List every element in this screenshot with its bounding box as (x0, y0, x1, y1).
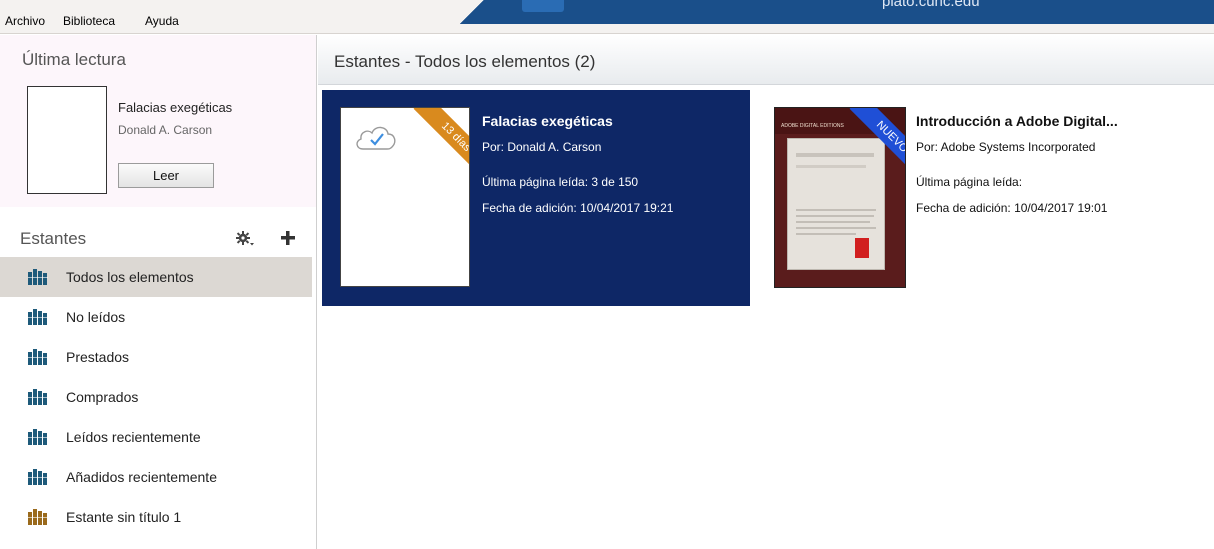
last-read-panel: Última lectura Falacias exegéticas Donal… (0, 35, 316, 207)
bookshelf-icon (28, 389, 48, 405)
read-button[interactable]: Leer (118, 163, 214, 188)
shelf-item-label: Leídos recientemente (66, 429, 201, 445)
menu-ayuda[interactable]: Ayuda (145, 14, 179, 28)
main-title: Estantes - Todos los elementos (2) (334, 52, 596, 71)
shelves-title: Estantes (20, 229, 87, 248)
book-cover[interactable]: ADOBE DIGITAL EDITIONS NUEVO (774, 107, 906, 288)
days-remaining-ribbon: 13 días (413, 108, 469, 179)
book-card[interactable]: 13 días Falacias exegéticas Por: Donald … (322, 90, 750, 306)
last-read-thumbnail[interactable] (27, 86, 107, 194)
shelf-item[interactable]: Estante sin título 1 (0, 497, 312, 537)
book-last-page: Última página leída: 3 de 150 (482, 175, 639, 189)
book-title[interactable]: Introducción a Adobe Digital... (916, 113, 1118, 129)
menu-bar: Archivo Biblioteca Ayuda plato.cuhc.edu (0, 0, 1214, 34)
shelf-item[interactable]: Comprados (0, 377, 312, 417)
shelf-item-label: Añadidos recientemente (66, 469, 217, 485)
book-author: Por: Adobe Systems Incorporated (916, 140, 1096, 154)
shelves-header: Estantes (0, 221, 316, 257)
bookshelf-icon (28, 429, 48, 445)
book-added-date: Fecha de adición: 10/04/2017 19:01 (916, 201, 1108, 215)
last-read-book-author: Donald A. Carson (118, 123, 213, 137)
plus-icon[interactable] (280, 230, 296, 246)
shelf-item[interactable]: No leídos (0, 297, 312, 337)
shelf-item-label: No leídos (66, 309, 126, 325)
gear-icon[interactable] (235, 229, 255, 249)
cloud-check-icon (356, 126, 396, 150)
sidebar: Última lectura Falacias exegéticas Donal… (0, 35, 317, 549)
last-read-book-title: Falacias exegéticas (118, 100, 233, 115)
shelf-item[interactable]: Prestados (0, 337, 312, 377)
bookshelf-icon (28, 509, 48, 525)
menu-biblioteca[interactable]: Biblioteca (63, 14, 115, 28)
bookshelf-icon (28, 469, 48, 485)
new-ribbon: NUEVO (849, 108, 905, 179)
book-added-date: Fecha de adición: 10/04/2017 19:21 (482, 201, 674, 215)
shelf-item[interactable]: Leídos recientemente (0, 417, 312, 457)
background-window-strip: plato.cuhc.edu (460, 0, 1214, 24)
app-window: Archivo Biblioteca Ayuda plato.cuhc.edu … (0, 0, 1214, 549)
bookshelf-icon (28, 309, 48, 325)
book-last-page: Última página leída: (916, 175, 1023, 189)
menu-archivo[interactable]: Archivo (5, 14, 45, 28)
main-header: Estantes - Todos los elementos (2) (318, 35, 1214, 85)
background-url-text: plato.cuhc.edu (882, 0, 980, 10)
shelf-item-label: Comprados (66, 389, 139, 405)
book-card[interactable]: ADOBE DIGITAL EDITIONS NUEVO Introducció… (756, 90, 1184, 306)
background-tab (522, 0, 564, 12)
book-author: Por: Donald A. Carson (482, 140, 602, 154)
shelf-item-label: Todos los elementos (66, 269, 194, 285)
shelf-item[interactable]: Añadidos recientemente (0, 457, 312, 497)
bookshelf-icon (28, 269, 48, 285)
shelf-item[interactable]: Todos los elementos (0, 257, 312, 297)
adobe-logo-icon (855, 238, 869, 258)
main-panel: Estantes - Todos los elementos (2) 13 dí… (318, 35, 1214, 549)
shelf-item-label: Estante sin título 1 (66, 509, 182, 525)
book-title[interactable]: Falacias exegéticas (482, 113, 613, 129)
shelf-item-label: Prestados (66, 349, 130, 365)
book-cover[interactable]: 13 días (340, 107, 470, 287)
bookshelf-icon (28, 349, 48, 365)
last-read-title: Última lectura (22, 50, 126, 69)
